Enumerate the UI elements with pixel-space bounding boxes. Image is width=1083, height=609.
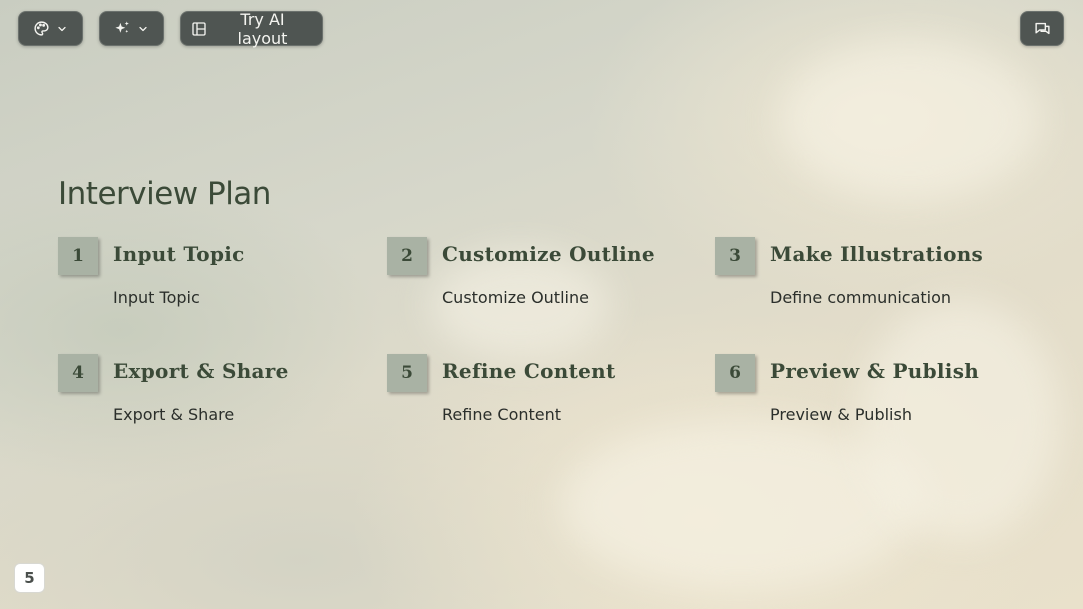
step-card[interactable]: 1 Input Topic Input Topic [58,237,378,327]
step-number: 3 [715,237,755,275]
step-number: 1 [58,237,98,275]
step-description: Input Topic [113,288,200,307]
step-description: Customize Outline [442,288,589,307]
step-title: Export & Share [113,359,289,383]
step-title: Customize Outline [442,242,655,266]
step-description: Preview & Publish [770,405,912,424]
step-description: Export & Share [113,405,235,424]
comments-button[interactable] [1020,11,1064,46]
slide-title[interactable]: Interview Plan [58,176,271,212]
try-ai-layout-label: Try AI layout [237,9,288,48]
palette-icon [33,20,50,37]
background-cloud [780,40,1040,200]
slide-canvas: Try AI layout Interview Plan 1 Input Top… [0,0,1083,609]
chevron-down-icon [137,23,149,35]
theme-palette-button[interactable] [18,11,83,46]
step-number: 6 [715,354,755,392]
step-number: 4 [58,354,98,392]
step-card[interactable]: 6 Preview & Publish Preview & Publish [715,354,1035,444]
chevron-down-icon [56,23,68,35]
comment-icon [1034,20,1051,37]
step-description: Refine Content [442,405,562,424]
step-card[interactable]: 3 Make Illustrations Define communicatio… [715,237,1035,327]
ai-magic-button[interactable] [99,11,164,46]
step-card[interactable]: 4 Export & Share Export & Share [58,354,378,444]
step-description: Define communication [770,288,952,307]
step-number: 2 [387,237,427,275]
step-number: 5 [387,354,427,392]
step-title: Input Topic [113,242,245,266]
step-title: Preview & Publish [770,359,980,383]
sparkles-icon [114,20,131,37]
step-card[interactable]: 5 Refine Content Refine Content [387,354,707,444]
layout-icon [191,21,207,37]
step-title: Refine Content [442,359,616,383]
step-title: Make Illustrations [770,242,984,266]
step-card[interactable]: 2 Customize Outline Customize Outline [387,237,707,327]
try-ai-layout-button[interactable]: Try AI layout [180,9,323,48]
page-number-badge[interactable]: 5 [14,563,45,593]
